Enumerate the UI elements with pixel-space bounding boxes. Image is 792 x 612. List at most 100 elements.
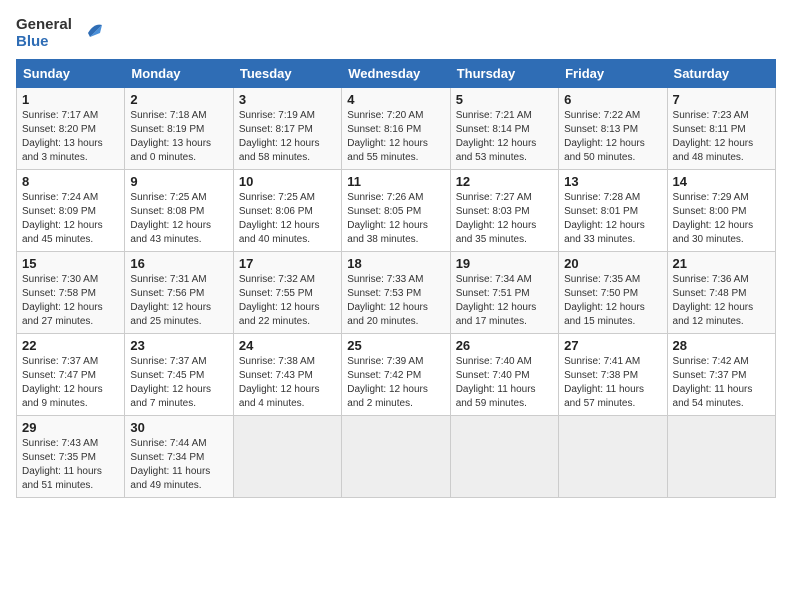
calendar-cell: 3 Sunrise: 7:19 AMSunset: 8:17 PMDaylight… bbox=[233, 87, 341, 169]
day-detail: Sunrise: 7:18 AMSunset: 8:19 PMDaylight:… bbox=[130, 109, 227, 165]
logo-bird-icon bbox=[74, 19, 102, 47]
calendar-cell: 14 Sunrise: 7:29 AMSunset: 8:00 PMDayligh… bbox=[667, 169, 775, 251]
day-detail: Sunrise: 7:28 AMSunset: 8:01 PMDaylight:… bbox=[564, 191, 661, 247]
day-number: 12 bbox=[456, 174, 553, 189]
day-detail: Sunrise: 7:19 AMSunset: 8:17 PMDaylight:… bbox=[239, 109, 336, 165]
calendar-cell: 20 Sunrise: 7:35 AMSunset: 7:50 PMDayligh… bbox=[559, 251, 667, 333]
day-detail: Sunrise: 7:43 AMSunset: 7:35 PMDaylight:… bbox=[22, 437, 119, 493]
day-number: 18 bbox=[347, 256, 444, 271]
calendar-cell: 1Sunrise: 7:17 AMSunset: 8:20 PMDaylight… bbox=[17, 87, 125, 169]
day-detail: Sunrise: 7:33 AMSunset: 7:53 PMDaylight:… bbox=[347, 273, 444, 329]
day-detail: Sunrise: 7:23 AMSunset: 8:11 PMDaylight:… bbox=[673, 109, 770, 165]
day-number: 9 bbox=[130, 174, 227, 189]
calendar-cell: 29 Sunrise: 7:43 AMSunset: 7:35 PMDayligh… bbox=[17, 415, 125, 497]
calendar-cell: 22 Sunrise: 7:37 AMSunset: 7:47 PMDayligh… bbox=[17, 333, 125, 415]
col-header-wednesday: Wednesday bbox=[342, 59, 450, 87]
day-number: 24 bbox=[239, 338, 336, 353]
day-detail: Sunrise: 7:17 AMSunset: 8:20 PMDaylight:… bbox=[22, 109, 119, 165]
day-number: 15 bbox=[22, 256, 119, 271]
day-detail: Sunrise: 7:37 AMSunset: 7:47 PMDaylight:… bbox=[22, 355, 119, 411]
col-header-sunday: Sunday bbox=[17, 59, 125, 87]
day-number: 20 bbox=[564, 256, 661, 271]
calendar-cell: 24 Sunrise: 7:38 AMSunset: 7:43 PMDayligh… bbox=[233, 333, 341, 415]
day-detail: Sunrise: 7:25 AMSunset: 8:06 PMDaylight:… bbox=[239, 191, 336, 247]
calendar-cell: 16 Sunrise: 7:31 AMSunset: 7:56 PMDayligh… bbox=[125, 251, 233, 333]
calendar-cell: 11 Sunrise: 7:26 AMSunset: 8:05 PMDayligh… bbox=[342, 169, 450, 251]
calendar-cell: 7 Sunrise: 7:23 AMSunset: 8:11 PMDaylight… bbox=[667, 87, 775, 169]
day-detail: Sunrise: 7:29 AMSunset: 8:00 PMDaylight:… bbox=[673, 191, 770, 247]
day-detail: Sunrise: 7:20 AMSunset: 8:16 PMDaylight:… bbox=[347, 109, 444, 165]
day-number: 2 bbox=[130, 92, 227, 107]
calendar-cell: 30 Sunrise: 7:44 AMSunset: 7:34 PMDayligh… bbox=[125, 415, 233, 497]
day-detail: Sunrise: 7:40 AMSunset: 7:40 PMDaylight:… bbox=[456, 355, 553, 411]
day-detail: Sunrise: 7:34 AMSunset: 7:51 PMDaylight:… bbox=[456, 273, 553, 329]
logo: General Blue bbox=[16, 16, 102, 51]
day-number: 27 bbox=[564, 338, 661, 353]
day-detail: Sunrise: 7:24 AMSunset: 8:09 PMDaylight:… bbox=[22, 191, 119, 247]
day-detail: Sunrise: 7:25 AMSunset: 8:08 PMDaylight:… bbox=[130, 191, 227, 247]
day-number: 30 bbox=[130, 420, 227, 435]
day-number: 10 bbox=[239, 174, 336, 189]
calendar-cell bbox=[233, 415, 341, 497]
calendar-cell bbox=[450, 415, 558, 497]
day-detail: Sunrise: 7:26 AMSunset: 8:05 PMDaylight:… bbox=[347, 191, 444, 247]
calendar-cell: 2 Sunrise: 7:18 AMSunset: 8:19 PMDaylight… bbox=[125, 87, 233, 169]
day-number: 5 bbox=[456, 92, 553, 107]
calendar-cell: 5 Sunrise: 7:21 AMSunset: 8:14 PMDaylight… bbox=[450, 87, 558, 169]
col-header-friday: Friday bbox=[559, 59, 667, 87]
day-detail: Sunrise: 7:44 AMSunset: 7:34 PMDaylight:… bbox=[130, 437, 227, 493]
day-number: 23 bbox=[130, 338, 227, 353]
day-detail: Sunrise: 7:39 AMSunset: 7:42 PMDaylight:… bbox=[347, 355, 444, 411]
calendar-cell: 12 Sunrise: 7:27 AMSunset: 8:03 PMDayligh… bbox=[450, 169, 558, 251]
calendar-cell: 10 Sunrise: 7:25 AMSunset: 8:06 PMDayligh… bbox=[233, 169, 341, 251]
day-detail: Sunrise: 7:35 AMSunset: 7:50 PMDaylight:… bbox=[564, 273, 661, 329]
day-number: 14 bbox=[673, 174, 770, 189]
day-number: 16 bbox=[130, 256, 227, 271]
col-header-monday: Monday bbox=[125, 59, 233, 87]
day-number: 28 bbox=[673, 338, 770, 353]
header: General Blue bbox=[16, 16, 776, 51]
calendar-cell: 25Sunrise: 7:39 AMSunset: 7:42 PMDayligh… bbox=[342, 333, 450, 415]
day-detail: Sunrise: 7:27 AMSunset: 8:03 PMDaylight:… bbox=[456, 191, 553, 247]
calendar-cell bbox=[559, 415, 667, 497]
day-detail: Sunrise: 7:22 AMSunset: 8:13 PMDaylight:… bbox=[564, 109, 661, 165]
logo-general: General bbox=[16, 16, 72, 33]
calendar-cell: 23 Sunrise: 7:37 AMSunset: 7:45 PMDayligh… bbox=[125, 333, 233, 415]
day-number: 26 bbox=[456, 338, 553, 353]
day-number: 4 bbox=[347, 92, 444, 107]
calendar-cell: 9 Sunrise: 7:25 AMSunset: 8:08 PMDaylight… bbox=[125, 169, 233, 251]
day-number: 7 bbox=[673, 92, 770, 107]
day-number: 29 bbox=[22, 420, 119, 435]
col-header-tuesday: Tuesday bbox=[233, 59, 341, 87]
day-detail: Sunrise: 7:30 AMSunset: 7:58 PMDaylight:… bbox=[22, 273, 119, 329]
col-header-thursday: Thursday bbox=[450, 59, 558, 87]
day-detail: Sunrise: 7:42 AMSunset: 7:37 PMDaylight:… bbox=[673, 355, 770, 411]
calendar-cell: 19 Sunrise: 7:34 AMSunset: 7:51 PMDayligh… bbox=[450, 251, 558, 333]
calendar-cell: 15 Sunrise: 7:30 AMSunset: 7:58 PMDayligh… bbox=[17, 251, 125, 333]
calendar-cell: 28 Sunrise: 7:42 AMSunset: 7:37 PMDayligh… bbox=[667, 333, 775, 415]
calendar-cell: 17 Sunrise: 7:32 AMSunset: 7:55 PMDayligh… bbox=[233, 251, 341, 333]
day-detail: Sunrise: 7:32 AMSunset: 7:55 PMDaylight:… bbox=[239, 273, 336, 329]
col-header-saturday: Saturday bbox=[667, 59, 775, 87]
day-detail: Sunrise: 7:37 AMSunset: 7:45 PMDaylight:… bbox=[130, 355, 227, 411]
day-detail: Sunrise: 7:31 AMSunset: 7:56 PMDaylight:… bbox=[130, 273, 227, 329]
day-number: 21 bbox=[673, 256, 770, 271]
logo-blue: Blue bbox=[16, 33, 72, 50]
calendar-cell: 26 Sunrise: 7:40 AMSunset: 7:40 PMDayligh… bbox=[450, 333, 558, 415]
calendar-cell: 21Sunrise: 7:36 AMSunset: 7:48 PMDayligh… bbox=[667, 251, 775, 333]
calendar-cell bbox=[667, 415, 775, 497]
day-number: 13 bbox=[564, 174, 661, 189]
calendar-cell: 18 Sunrise: 7:33 AMSunset: 7:53 PMDayligh… bbox=[342, 251, 450, 333]
calendar-cell bbox=[342, 415, 450, 497]
day-number: 22 bbox=[22, 338, 119, 353]
day-number: 17 bbox=[239, 256, 336, 271]
day-number: 19 bbox=[456, 256, 553, 271]
day-number: 11 bbox=[347, 174, 444, 189]
calendar-table: SundayMondayTuesdayWednesdayThursdayFrid… bbox=[16, 59, 776, 498]
calendar-cell: 6Sunrise: 7:22 AMSunset: 8:13 PMDaylight… bbox=[559, 87, 667, 169]
day-detail: Sunrise: 7:38 AMSunset: 7:43 PMDaylight:… bbox=[239, 355, 336, 411]
day-detail: Sunrise: 7:21 AMSunset: 8:14 PMDaylight:… bbox=[456, 109, 553, 165]
calendar-cell: 4 Sunrise: 7:20 AMSunset: 8:16 PMDaylight… bbox=[342, 87, 450, 169]
day-number: 3 bbox=[239, 92, 336, 107]
calendar-cell: 13 Sunrise: 7:28 AMSunset: 8:01 PMDayligh… bbox=[559, 169, 667, 251]
